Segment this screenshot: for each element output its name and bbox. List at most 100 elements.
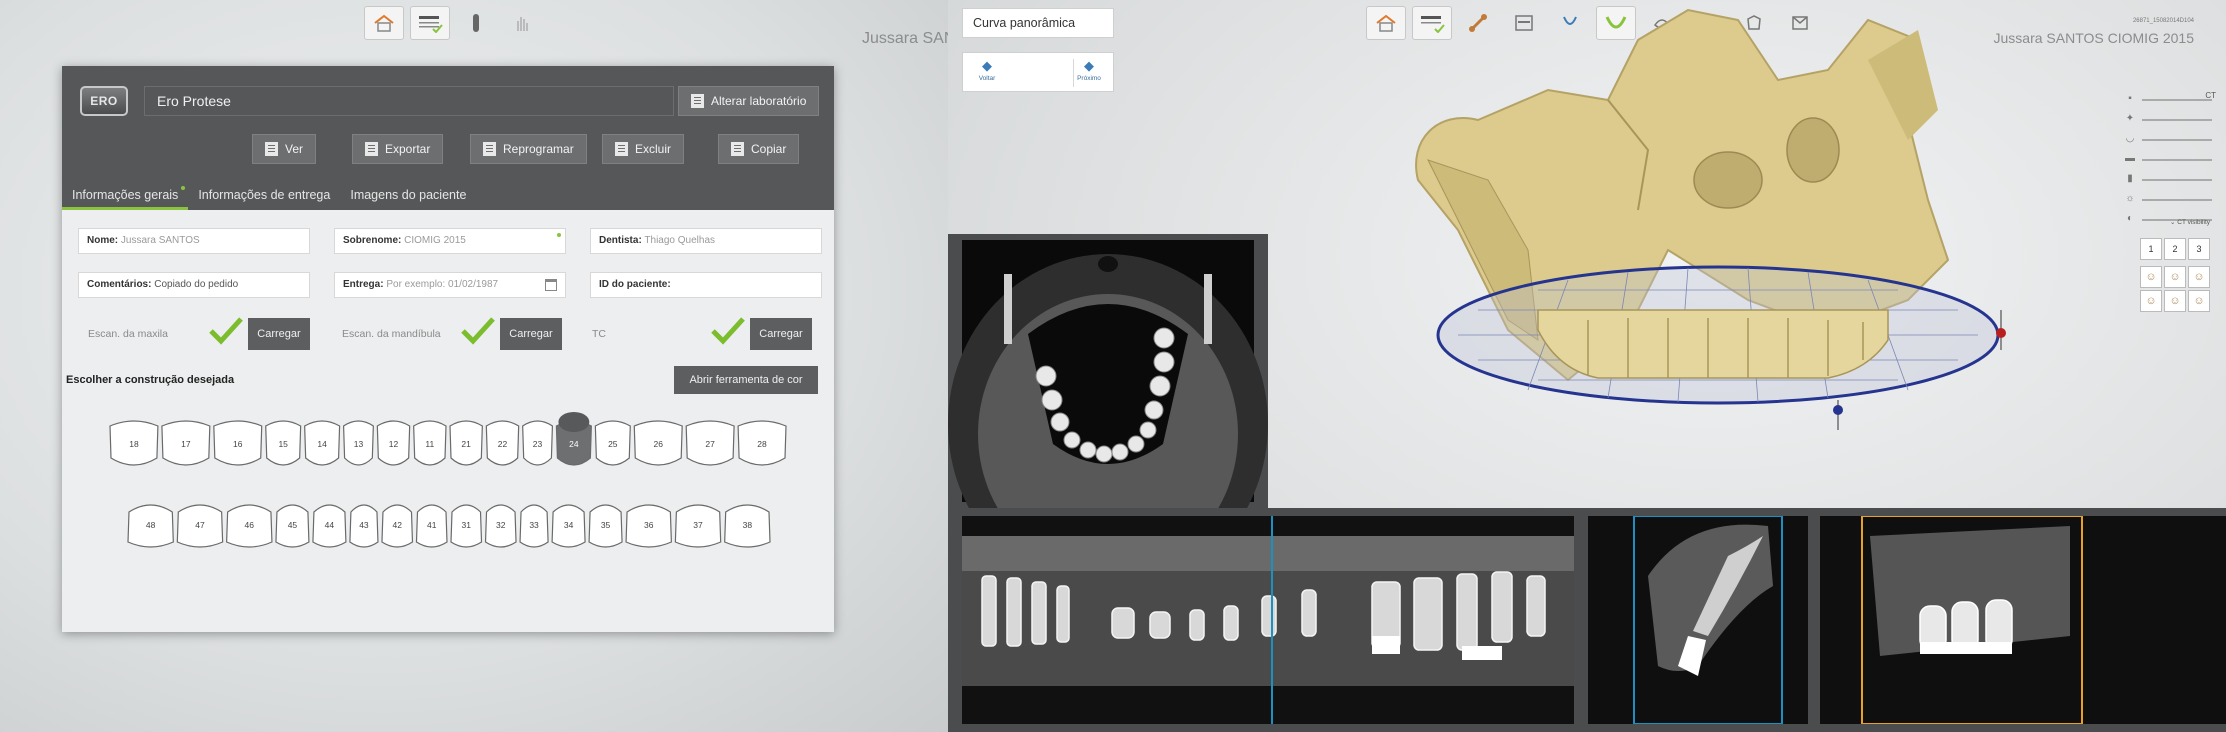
tooth-18[interactable]: 18 [109, 420, 159, 466]
tooth-22[interactable]: 22 [485, 420, 520, 466]
panoramic-ct-image [962, 516, 1574, 724]
next-button[interactable]: ◆ Próximo [1069, 57, 1109, 82]
tooth-number: 18 [129, 439, 139, 449]
mandible-scan-label: Escan. da mandíbula [342, 328, 441, 340]
tooth-23[interactable]: 23 [522, 420, 554, 466]
tooth-26[interactable]: 26 [633, 420, 683, 466]
nerve-icon: ◡ [2125, 133, 2135, 144]
view-mode-select[interactable]: Curva panorâmica [962, 8, 1114, 38]
patient-id-field[interactable]: ID do paciente: [590, 272, 822, 298]
order-form-button[interactable] [410, 6, 450, 40]
view-right-icon[interactable]: ☺ [2188, 266, 2210, 288]
last-name-label: Sobrenome: [343, 235, 402, 246]
arch-slider[interactable]: ▬ [2124, 150, 2212, 170]
layout-2-button[interactable]: 2 [2164, 238, 2186, 260]
tooth-48[interactable]: 48 [127, 504, 174, 548]
tooth-number: 46 [245, 520, 255, 530]
tooth-37[interactable]: 37 [674, 504, 722, 548]
tooth-32[interactable]: 32 [484, 504, 517, 548]
implant-slider[interactable]: ▮ [2124, 170, 2212, 190]
view-front-icon[interactable]: ☺ [2140, 266, 2162, 288]
view-bottom-icon[interactable]: ☺ [2164, 290, 2186, 312]
cross-section-view-1[interactable] [1588, 516, 1808, 724]
tooth-number: 38 [743, 520, 753, 530]
bone-slider[interactable]: ✦ [2124, 110, 2212, 130]
color-tool-button[interactable]: Abrir ferramenta de cor [674, 366, 818, 394]
tooth-13[interactable]: 13 [342, 420, 374, 466]
copy-button[interactable]: Copiar [718, 134, 800, 164]
tooth-31[interactable]: 31 [450, 504, 483, 548]
axial-ct-view[interactable] [948, 234, 1268, 594]
mandible-load-label: Carregar [509, 328, 553, 340]
reschedule-button[interactable]: Reprogramar [470, 134, 587, 164]
ct-slider[interactable]: ▪ CT [2124, 90, 2216, 110]
view-top-icon[interactable]: ☺ [2140, 290, 2162, 312]
last-name-field[interactable]: Sobrenome: CIOMIG 2015 [334, 228, 566, 254]
tooth-47[interactable]: 47 [176, 504, 224, 548]
tooth-35[interactable]: 35 [588, 504, 623, 548]
implant-icon [473, 14, 479, 32]
hand-button[interactable] [502, 6, 542, 40]
tooth-28[interactable]: 28 [737, 420, 787, 466]
delivery-date-field[interactable]: Entrega: Por exemplo: 01/02/1987 [334, 272, 566, 298]
export-label: Exportar [385, 142, 431, 156]
view-left-icon[interactable]: ☺ [2164, 266, 2186, 288]
cross-section-view-2[interactable] [1820, 516, 2226, 724]
tooth-number: 17 [181, 439, 191, 449]
tooth-number: 12 [389, 439, 399, 449]
tooth-number: 47 [195, 520, 205, 530]
tooth-14[interactable]: 14 [304, 420, 341, 466]
3d-skull-view[interactable] [1308, 0, 2068, 440]
slider-track [2142, 199, 2212, 201]
tooth-42[interactable]: 42 [381, 504, 414, 548]
layout-3-button[interactable]: 3 [2188, 238, 2210, 260]
back-button[interactable]: ◆ Voltar [967, 57, 1007, 82]
tooth-36[interactable]: 36 [625, 504, 672, 548]
calendar-icon[interactable] [545, 279, 557, 291]
layout-1-button[interactable]: 1 [2140, 238, 2162, 260]
panoramic-ct-view[interactable] [962, 516, 1574, 724]
delivery-date-label: Entrega: [343, 279, 384, 290]
tab-general-info[interactable]: Informações gerais [62, 182, 189, 210]
lab-name-field: Ero Protese [144, 86, 674, 116]
tooth-11[interactable]: 11 [413, 420, 447, 466]
tooth-41[interactable]: 41 [415, 504, 448, 548]
tooth-15[interactable]: 15 [265, 420, 302, 466]
tab-patient-images[interactable]: Imagens do paciente [340, 182, 476, 210]
tooth-27[interactable]: 27 [685, 420, 735, 466]
tooth-21[interactable]: 21 [449, 420, 483, 466]
implant-button[interactable] [456, 6, 496, 40]
tooth-43[interactable]: 43 [349, 504, 379, 548]
brightness-slider[interactable]: ☼ [2124, 190, 2212, 210]
nerve-slider[interactable]: ◡ [2124, 130, 2212, 150]
export-button[interactable]: Exportar [352, 134, 444, 164]
tooth-12[interactable]: 12 [376, 420, 411, 466]
tooth-46[interactable]: 46 [226, 504, 273, 548]
dentist-field[interactable]: Dentista: Thiago Quelhas [590, 228, 822, 254]
home-button[interactable] [364, 6, 404, 40]
first-name-field[interactable]: Nome: Jussara SANTOS [78, 228, 310, 254]
tooth-24[interactable]: 24 [555, 412, 592, 466]
tooth-16[interactable]: 16 [213, 420, 263, 466]
tooth-44[interactable]: 44 [312, 504, 347, 548]
plane-handle-red[interactable] [1996, 328, 2006, 338]
view-back-icon[interactable]: ☺ [2188, 290, 2210, 312]
change-lab-button[interactable]: Alterar laboratório [678, 86, 820, 116]
mandible-load-button[interactable]: Carregar [500, 318, 562, 350]
tooth-33[interactable]: 33 [519, 504, 549, 548]
tab-delivery-info[interactable]: Informações de entrega [188, 182, 340, 210]
tooth-45[interactable]: 45 [275, 504, 310, 548]
plane-handle-blue[interactable] [1833, 405, 1843, 415]
ct-visibility-toggle[interactable]: ⌄ CT visibility [2170, 218, 2210, 226]
tooth-17[interactable]: 17 [161, 420, 211, 466]
tooth-34[interactable]: 34 [551, 504, 586, 548]
tooth-25[interactable]: 25 [594, 420, 631, 466]
comments-field[interactable]: Comentários: Copiado do pedido [78, 272, 310, 298]
maxilla-load-button[interactable]: Carregar [248, 318, 310, 350]
dentist-label: Dentista: [599, 235, 642, 246]
tab-delivery-info-label: Informações de entrega [198, 188, 331, 202]
tooth-38[interactable]: 38 [724, 504, 771, 548]
view-button[interactable]: Ver [252, 134, 317, 164]
ct-load-button[interactable]: Carregar [750, 318, 812, 350]
delete-button[interactable]: Excluir [602, 134, 685, 164]
